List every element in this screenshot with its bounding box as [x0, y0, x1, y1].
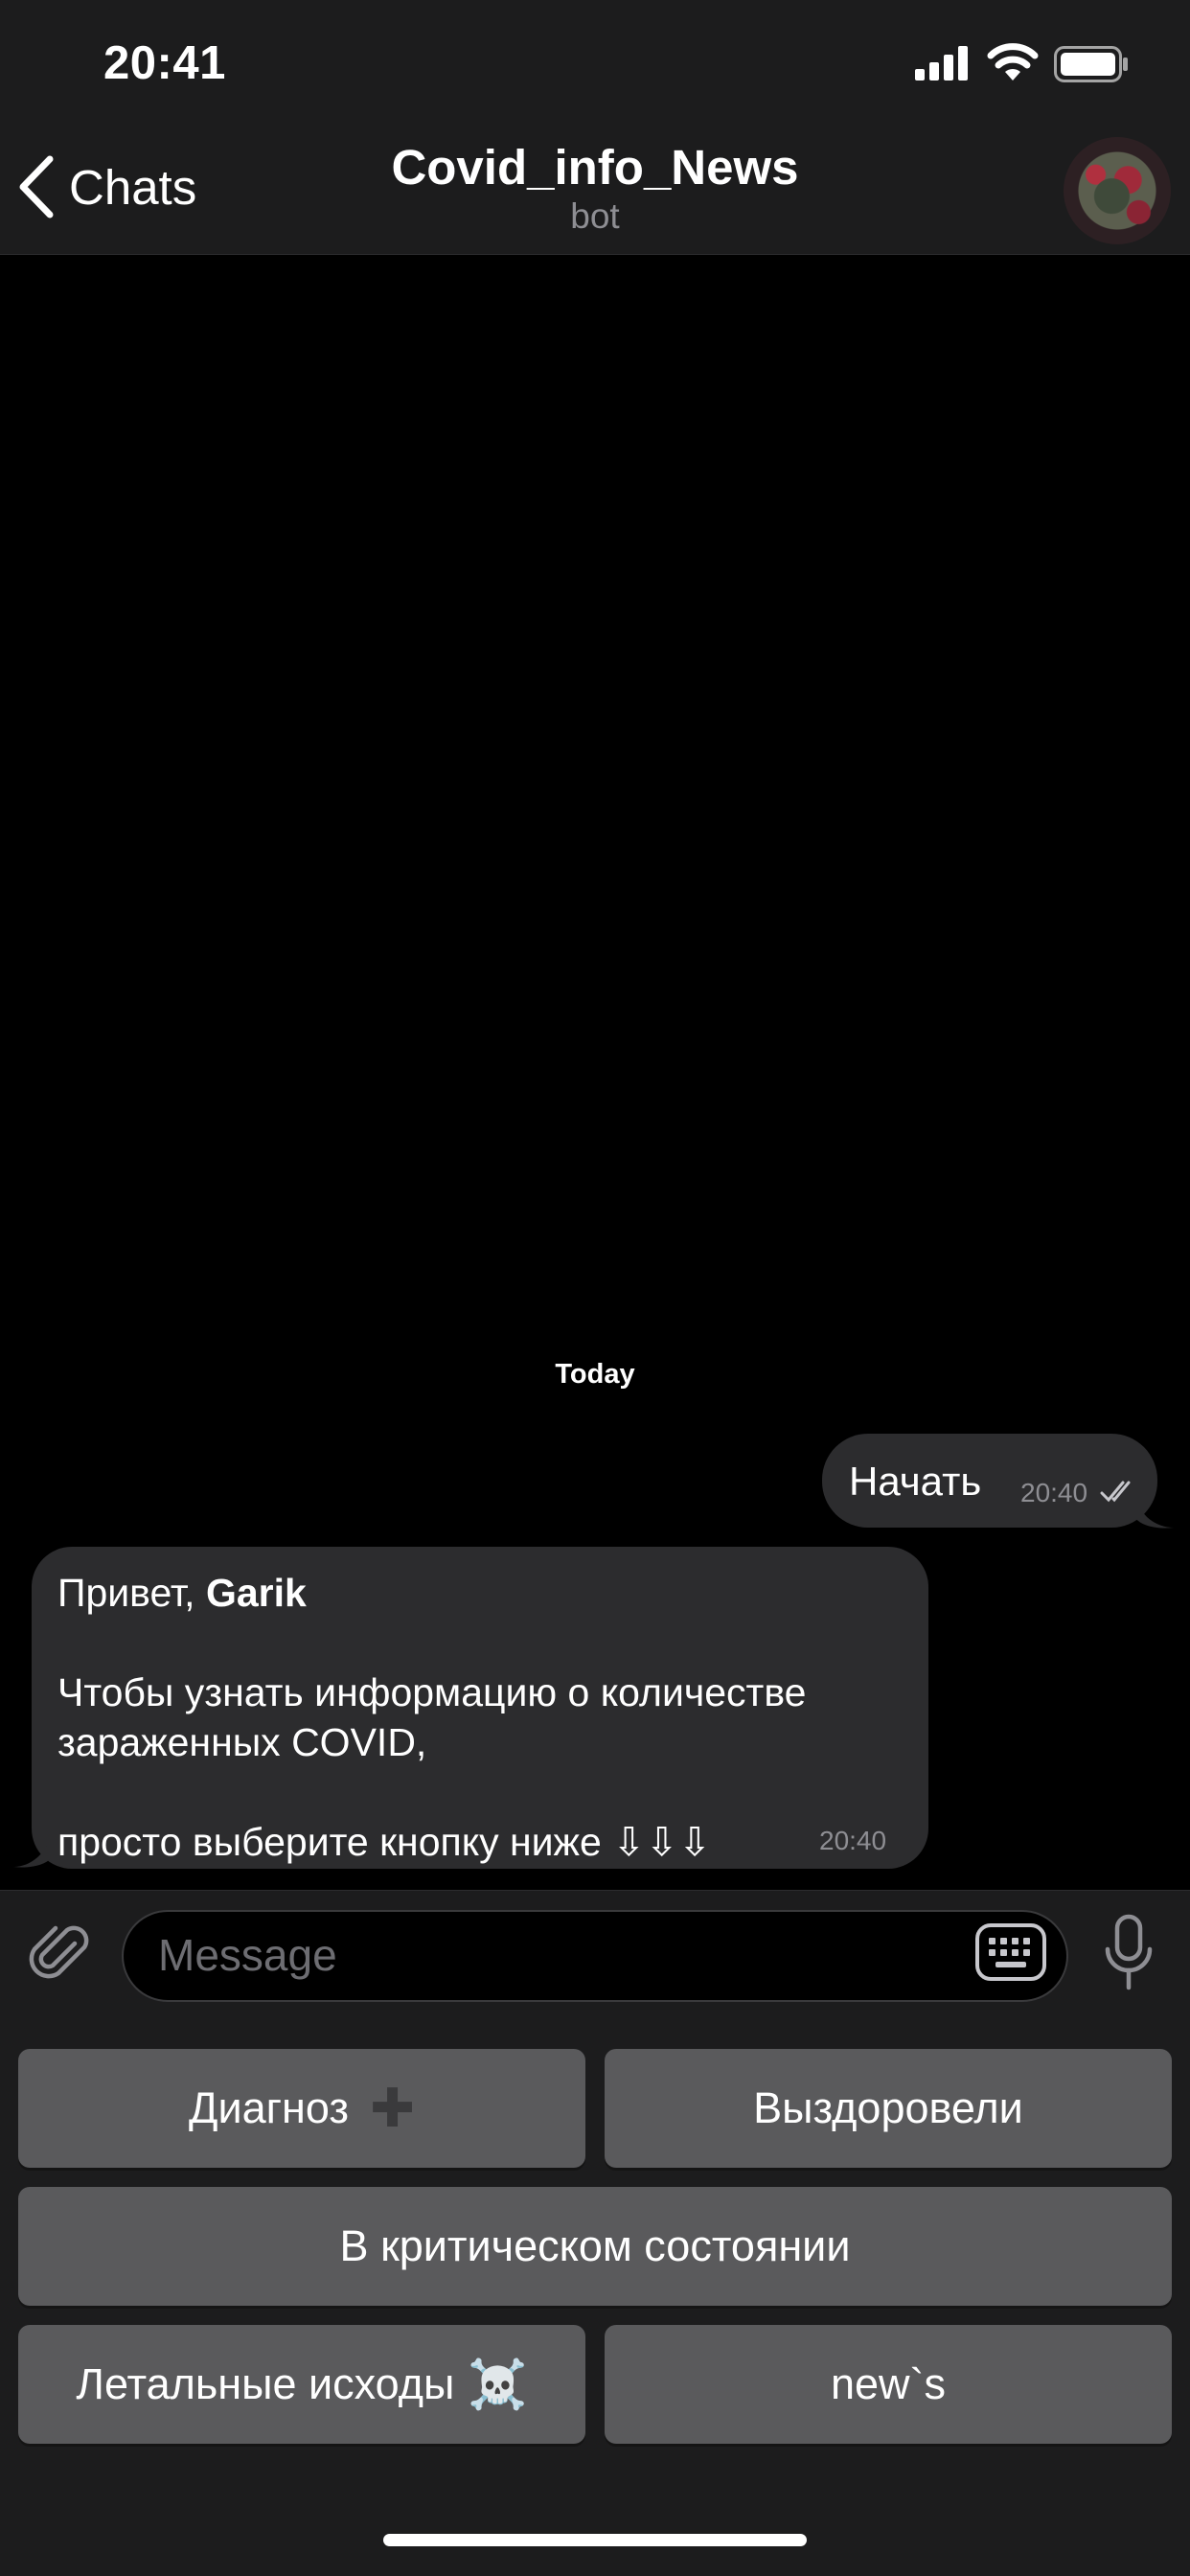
- chat-title[interactable]: Covid_info_News: [0, 139, 1190, 196]
- deaths-label: Летальные исходы: [76, 2359, 455, 2408]
- skull-icon: ☠️: [468, 2357, 528, 2411]
- news-label: new`s: [830, 2359, 947, 2408]
- avatar[interactable]: [1064, 137, 1171, 244]
- incoming-message-time: 20:40: [819, 1826, 887, 1855]
- diagnosis-label: Диагноз: [189, 2083, 350, 2132]
- status-time: 20:41: [103, 37, 226, 89]
- recovered-button[interactable]: Выздоровели: [605, 2049, 1172, 2168]
- greeting-text: Привет,: [57, 1571, 206, 1615]
- message-line: Чтобы узнать информацию о количестве: [57, 1670, 807, 1714]
- outgoing-message-time: 20:40: [1020, 1478, 1088, 1507]
- message-line: зараженных COVID,: [57, 1720, 427, 1764]
- home-indicator[interactable]: [383, 2534, 807, 2546]
- diagnosis-button[interactable]: Диагноз ✚: [18, 2049, 585, 2168]
- bubble-tail: [1135, 1495, 1174, 1529]
- signal-icon: [915, 46, 968, 80]
- double-check-icon: [1100, 1481, 1131, 1503]
- battery-icon: [1054, 46, 1128, 82]
- chat-subtitle: bot: [570, 196, 620, 236]
- deaths-button[interactable]: Летальные исходы ☠️: [18, 2325, 585, 2444]
- incoming-message-text: Привет, Garik Чтобы узнать информацию о …: [57, 1568, 901, 1867]
- message-line: просто выберите кнопку ниже ⇩⇩⇩: [57, 1820, 712, 1864]
- reply-keyboard: Диагноз ✚ Выздоровели В критическом сост…: [0, 2020, 1190, 2576]
- keyboard-icon[interactable]: [974, 1922, 1047, 1982]
- critical-button[interactable]: В критическом состоянии: [18, 2187, 1172, 2306]
- message-input-placeholder: Message: [158, 1930, 337, 1980]
- bubble-tail: [13, 1830, 52, 1868]
- news-button[interactable]: new`s: [605, 2325, 1172, 2444]
- critical-label: В критическом состоянии: [339, 2221, 851, 2270]
- user-name: Garik: [205, 1571, 307, 1615]
- wifi-icon: [987, 43, 1039, 80]
- plus-icon: ✚: [370, 2078, 415, 2138]
- outgoing-message-text: Начать: [849, 1459, 982, 1504]
- recovered-label: Выздоровели: [753, 2083, 1023, 2132]
- paperclip-icon[interactable]: [27, 1919, 94, 1986]
- microphone-icon[interactable]: [1100, 1913, 1157, 1993]
- date-separator: Today: [555, 1359, 635, 1390]
